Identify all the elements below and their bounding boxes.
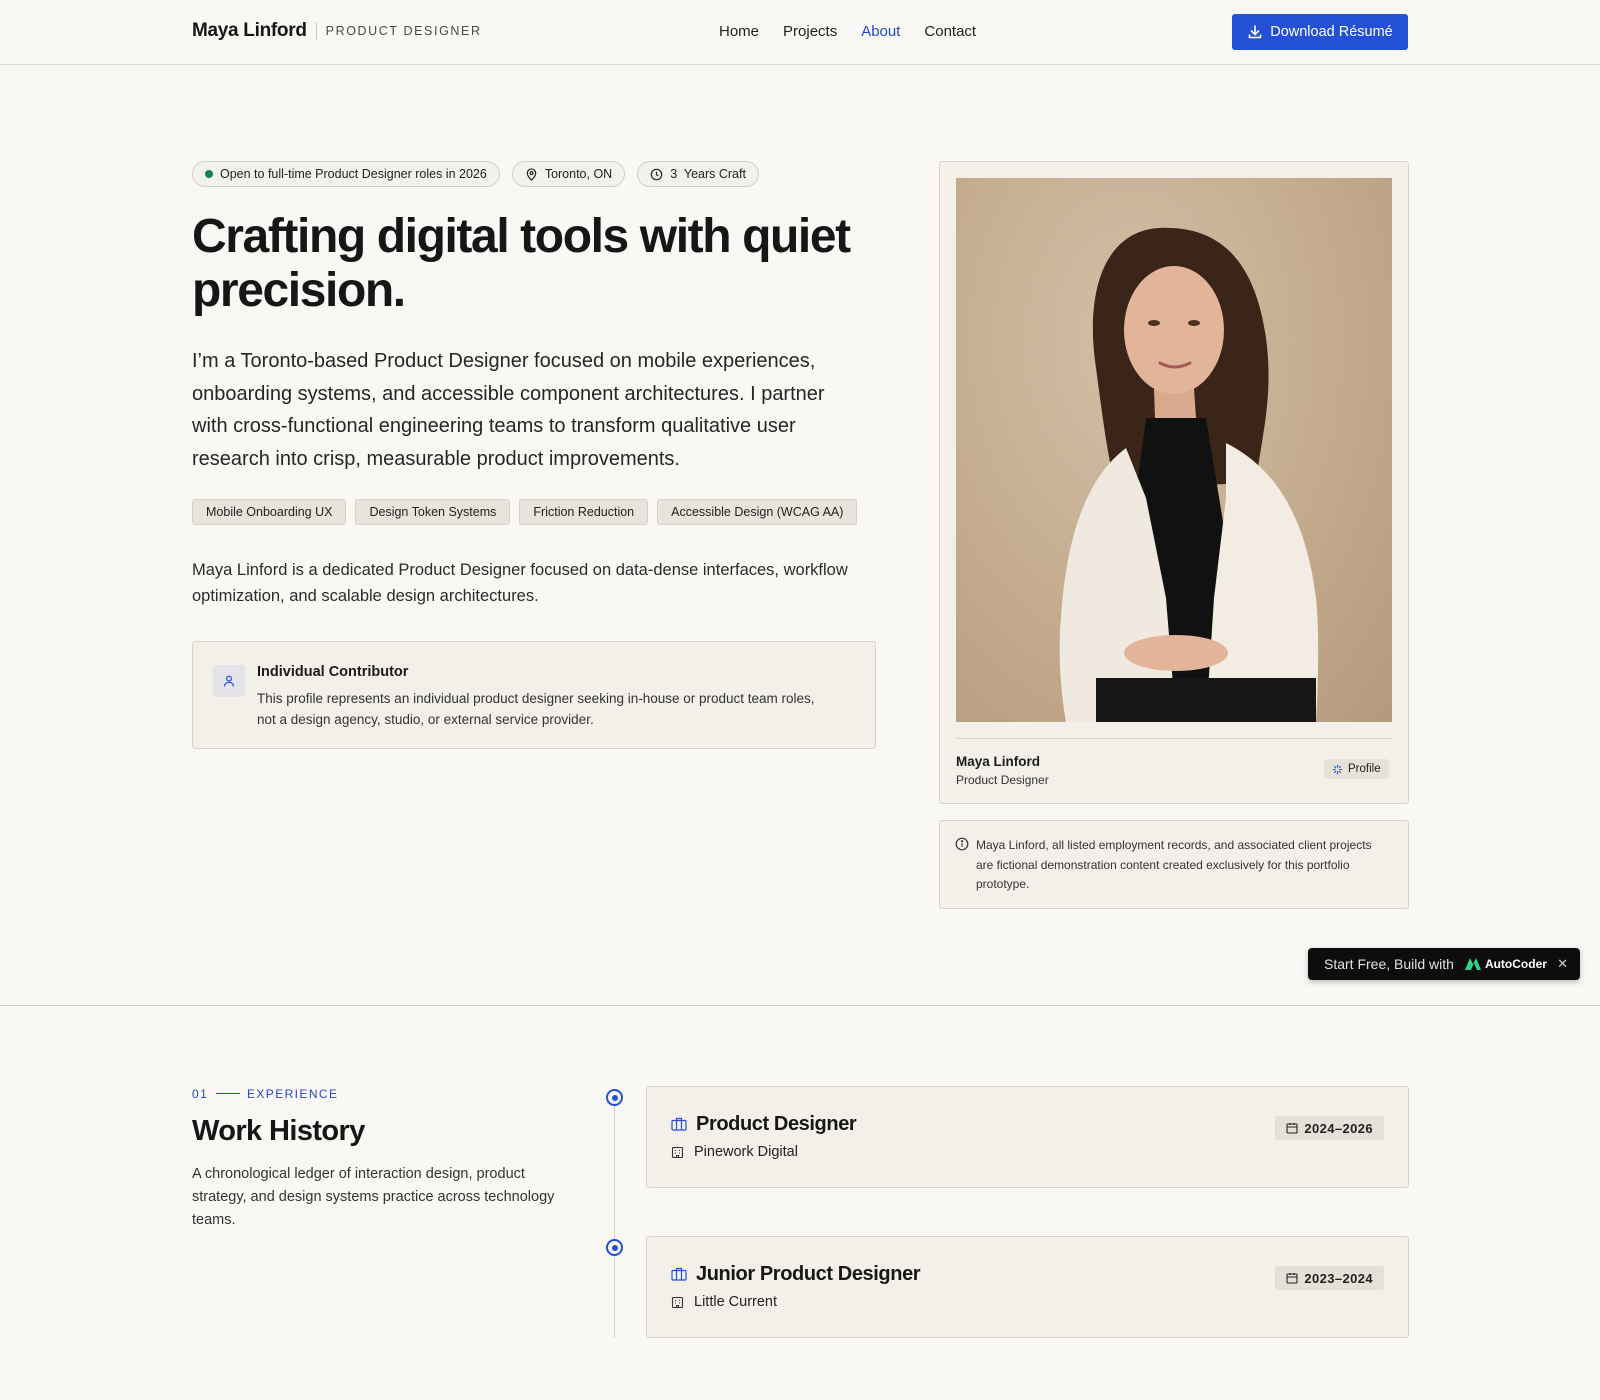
disclaimer-card: Maya Linford, all listed employment reco… (939, 820, 1409, 909)
sparkle-icon (1332, 764, 1343, 774)
skill-tags: Mobile Onboarding UX Design Token System… (192, 499, 858, 525)
timeline-marker (606, 1239, 623, 1256)
job-card: Junior Product Designer Little Current 2… (646, 1236, 1409, 1338)
contributor-text: This profile represents an individual pr… (257, 691, 815, 727)
timeline-marker (606, 1089, 623, 1106)
autocoder-logo-icon (1464, 958, 1481, 970)
section-label: EXPERIENCE (247, 1087, 339, 1101)
job-card: Product Designer Pinework Digital 2024–2… (646, 1086, 1409, 1188)
download-resume-label: Download Résumé (1270, 24, 1393, 40)
nav-projects[interactable]: Projects (783, 23, 837, 40)
profile-card: Maya Linford Product Designer Profile (939, 161, 1409, 804)
nav-about[interactable]: About (861, 23, 900, 40)
profile-name: Maya Linford (956, 754, 1041, 769)
user-icon (213, 665, 245, 697)
promo-text: Start Free, Build with (1324, 956, 1454, 972)
section-title: Work History (192, 1115, 365, 1147)
profile-badge-label: Profile (1348, 763, 1381, 775)
location-pin-icon (526, 167, 537, 181)
availability-label: Open to full-time Product Designer roles… (220, 167, 487, 181)
nav-contact[interactable]: Contact (924, 23, 976, 40)
location-chip: Toronto, ON (511, 161, 626, 187)
section-divider (0, 1005, 1600, 1006)
clock-icon (650, 168, 663, 180)
building-icon (671, 1296, 684, 1309)
experience-years-chip: 3 Years Craft (637, 161, 759, 187)
contributor-title: Individual Contributor (257, 664, 409, 680)
profile-badge: Profile (1324, 759, 1389, 779)
section-number: 01 (192, 1087, 209, 1101)
autocoder-logo: AutoCoder (1464, 957, 1547, 971)
location-label: Toronto, ON (544, 167, 613, 181)
hero-title: Crafting digital tools with quiet precis… (192, 210, 851, 317)
timeline-line (614, 1098, 615, 1338)
job-company: Little Current (694, 1294, 778, 1310)
top-navigation-bar: Maya Linford PRODUCT DESIGNER Home Proje… (0, 0, 1600, 65)
main-nav: Home Projects About Contact (719, 23, 976, 40)
nav-home[interactable]: Home (719, 23, 759, 40)
job-title: Product Designer (696, 1113, 857, 1135)
briefcase-icon (671, 1267, 687, 1281)
experience-years-label: 3 Years Craft (670, 167, 746, 181)
brand-role: PRODUCT DESIGNER (325, 24, 482, 38)
hero-lead: I’m a Toronto-based Product Designer foc… (192, 350, 825, 470)
download-icon (1248, 25, 1262, 39)
hero-chips: Open to full-time Product Designer roles… (192, 161, 759, 187)
skill-tag: Mobile Onboarding UX (192, 499, 347, 525)
brand-name: Maya Linford (192, 20, 307, 41)
brand[interactable]: Maya Linford PRODUCT DESIGNER (192, 20, 482, 42)
disclaimer-text: Maya Linford, all listed employment reco… (976, 838, 1372, 891)
promo-banner[interactable]: Start Free, Build with AutoCoder ✕ (1308, 948, 1580, 980)
brand-divider (315, 22, 317, 40)
job-title: Junior Product Designer (696, 1263, 921, 1285)
briefcase-icon (671, 1117, 687, 1131)
job-dates: 2023–2024 (1304, 1270, 1373, 1286)
card-divider (956, 738, 1392, 739)
building-icon (671, 1146, 684, 1159)
individual-contributor-card: Individual Contributor This profile repr… (192, 641, 876, 749)
job-date-badge: 2024–2026 (1275, 1116, 1384, 1140)
status-dot (205, 170, 213, 178)
calendar-icon (1286, 1273, 1298, 1284)
section-rule (216, 1093, 240, 1094)
info-icon (955, 837, 969, 851)
skill-tag: Design Token Systems (355, 499, 511, 525)
close-icon[interactable]: ✕ (1557, 956, 1568, 972)
bio-text: Maya Linford is a dedicated Product Desi… (192, 561, 848, 605)
calendar-icon (1286, 1123, 1298, 1134)
download-resume-button[interactable]: Download Résumé (1232, 14, 1408, 50)
profile-role: Product Designer (956, 773, 1049, 787)
job-dates: 2024–2026 (1304, 1120, 1373, 1136)
skill-tag: Accessible Design (WCAG AA) (657, 499, 858, 525)
job-company: Pinework Digital (694, 1144, 798, 1160)
portrait-illustration (1059, 227, 1319, 722)
section-description: A chronological ledger of interaction de… (192, 1166, 555, 1228)
profile-photo (956, 178, 1392, 722)
availability-chip: Open to full-time Product Designer roles… (192, 161, 500, 187)
skill-tag: Friction Reduction (519, 499, 649, 525)
job-date-badge: 2023–2024 (1275, 1266, 1384, 1290)
autocoder-brand: AutoCoder (1484, 957, 1547, 971)
